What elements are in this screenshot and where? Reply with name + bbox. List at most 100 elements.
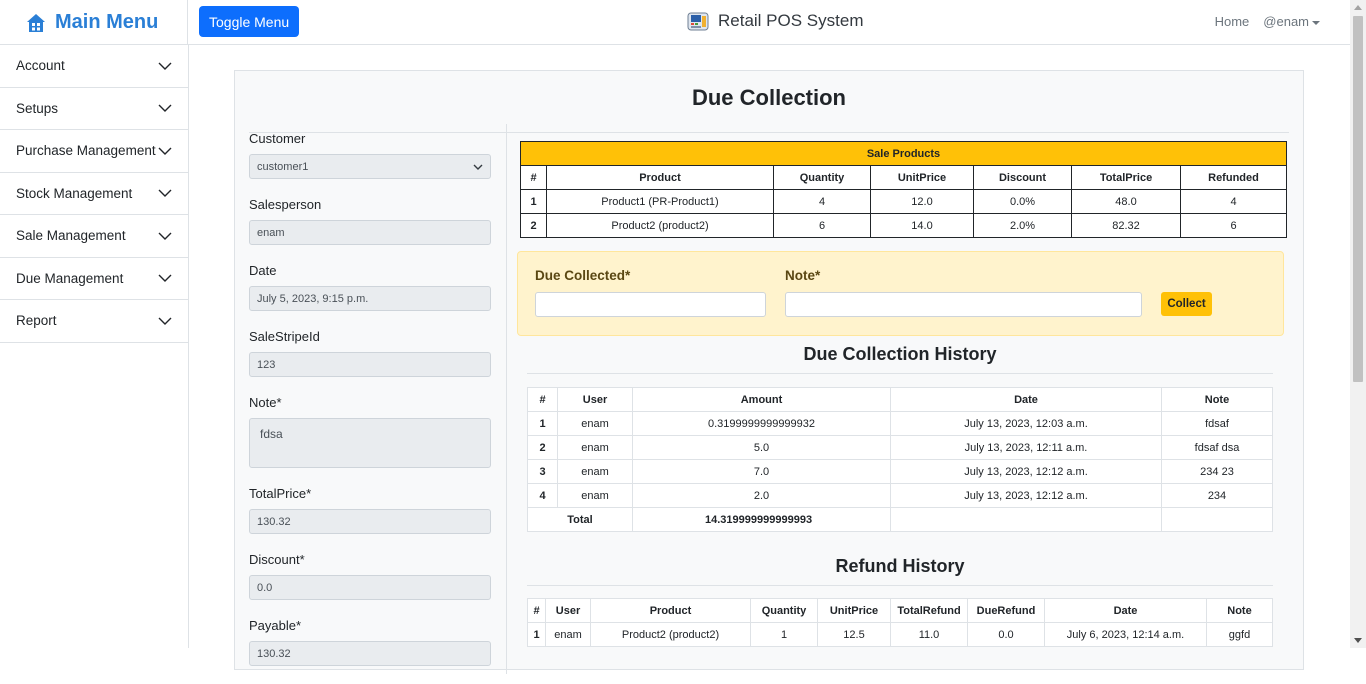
table-cell: 1 (750, 622, 818, 647)
due-collected-label: Due Collected* (535, 268, 631, 283)
total-price-label: TotalPrice* (249, 486, 312, 501)
total-price-field[interactable]: 130.32 (249, 509, 491, 534)
table-cell: 7.0 (632, 459, 891, 484)
chevron-down-icon (158, 189, 172, 198)
column-header: # (527, 387, 558, 412)
collect-button[interactable]: Collect (1161, 292, 1212, 316)
date-label: Date (249, 263, 277, 278)
table-cell: 234 (1161, 483, 1273, 508)
table-cell: fdsaf dsa (1161, 435, 1273, 460)
table-cell: 4 (527, 483, 558, 508)
table-cell: fdsaf (1161, 411, 1273, 436)
user-name: @enam (1263, 14, 1309, 29)
page-scrollbar[interactable] (1350, 0, 1366, 648)
column-header: Amount (632, 387, 891, 412)
customer-value: customer1 (257, 160, 309, 173)
caret-down-icon (1312, 20, 1320, 25)
table-caption: Sale Products (520, 141, 1287, 166)
refund-history-table: # User Product Quantity UnitPrice TotalR… (527, 598, 1273, 647)
column-header: UnitPrice (870, 165, 974, 190)
table-cell: 3 (527, 459, 558, 484)
table-cell: July 13, 2023, 12:12 a.m. (890, 459, 1162, 484)
scroll-thumb[interactable] (1353, 16, 1363, 382)
sidebar-item-report[interactable]: Report (0, 300, 188, 343)
column-header: # (527, 598, 546, 623)
chevron-down-icon (158, 274, 172, 283)
sidebar-brand[interactable]: Main Menu (0, 0, 188, 45)
sidebar-item-label: Sale Management (16, 228, 126, 244)
chevron-down-icon (158, 232, 172, 240)
column-header: User (557, 387, 633, 412)
sidebar-item-sale-management[interactable]: Sale Management (0, 215, 188, 258)
table-cell: Product2 (product2) (546, 213, 774, 238)
note-label: Note* (249, 395, 282, 410)
chevron-down-icon (158, 317, 172, 325)
toggle-menu-button[interactable]: Toggle Menu (199, 6, 300, 37)
sidebar-item-setups[interactable]: Setups (0, 88, 188, 130)
column-header: # (520, 165, 547, 190)
scroll-up-arrow-icon[interactable] (1354, 5, 1362, 10)
table-cell: 6 (1180, 213, 1287, 238)
table-row: 3 enam 7.0 July 13, 2023, 12:12 a.m. 234… (527, 459, 1273, 484)
due-collected-input[interactable] (535, 292, 766, 317)
table-cell: 48.0 (1071, 189, 1181, 214)
sidebar-item-stock-management[interactable]: Stock Management (0, 173, 188, 215)
table-cell: 12.0 (870, 189, 974, 214)
sidebar-item-due-management[interactable]: Due Management (0, 258, 188, 300)
table-cell: enam (557, 435, 633, 460)
note-textarea[interactable]: fdsa (249, 418, 491, 468)
sale-stripe-id-label: SaleStripeId (249, 329, 320, 344)
table-cell (890, 507, 1162, 532)
discount-label: Discount* (249, 552, 305, 567)
table-cell: 0.0 (967, 622, 1045, 647)
table-row: 1 enam 0.3199999999999932 July 13, 2023,… (527, 411, 1273, 436)
due-collection-card: Due Collection Customer customer1 Salesp… (234, 70, 1304, 674)
scroll-down-arrow-icon[interactable] (1354, 638, 1362, 643)
collect-note-label: Note* (785, 268, 821, 283)
page-title: Due Collection (249, 85, 1289, 133)
table-cell: 82.32 (1071, 213, 1181, 238)
column-header: Quantity (773, 165, 871, 190)
table-cell: 12.5 (817, 622, 891, 647)
refund-history-title: Refund History (527, 556, 1273, 586)
table-cell: 4 (773, 189, 871, 214)
table-cell: 0.0% (973, 189, 1072, 214)
discount-field[interactable]: 0.0 (249, 575, 491, 600)
customer-label: Customer (249, 131, 306, 146)
sidebar-item-purchase-management[interactable]: Purchase Management (0, 130, 188, 173)
chevron-down-icon (158, 62, 172, 70)
sidebar-item-label: Due Management (16, 270, 124, 286)
table-cell: Product2 (product2) (590, 622, 751, 647)
column-header: Note (1206, 598, 1273, 623)
payable-field[interactable]: 130.32 (249, 641, 491, 666)
salesperson-field[interactable]: enam (249, 220, 491, 245)
table-row: 1 Product1 (PR-Product1) 4 12.0 0.0% 48.… (520, 189, 1287, 214)
column-header: Date (1044, 598, 1207, 623)
table-cell: 14.0 (870, 213, 974, 238)
chevron-down-icon (473, 164, 483, 170)
table-cell: ggfd (1206, 622, 1273, 647)
table-row: 4 enam 2.0 July 13, 2023, 12:12 a.m. 234 (527, 483, 1273, 508)
chevron-down-icon (158, 147, 172, 155)
table-cell: July 6, 2023, 12:14 a.m. (1044, 622, 1207, 647)
sidebar-item-account[interactable]: Account (0, 45, 188, 88)
pos-register-icon (687, 12, 709, 31)
column-divider (506, 124, 507, 674)
salesperson-label: Salesperson (249, 197, 322, 212)
column-header: Product (546, 165, 774, 190)
top-nav-links: Home @enam (1215, 14, 1320, 29)
customer-select[interactable]: customer1 (249, 154, 491, 179)
app-title: Retail POS System (686, 10, 864, 32)
column-header: DueRefund (967, 598, 1045, 623)
table-cell: 5.0 (632, 435, 891, 460)
user-dropdown[interactable]: @enam (1263, 14, 1320, 29)
nav-home-link[interactable]: Home (1215, 14, 1250, 29)
table-cell: enam (557, 459, 633, 484)
column-header: User (545, 598, 591, 623)
sidebar-item-label: Stock Management (16, 185, 133, 201)
date-field[interactable]: July 5, 2023, 9:15 p.m. (249, 286, 491, 311)
sale-stripe-id-field[interactable]: 123 (249, 352, 491, 377)
collect-note-textarea[interactable] (785, 292, 1142, 317)
table-cell: July 13, 2023, 12:03 a.m. (890, 411, 1162, 436)
table-cell: 2.0 (632, 483, 891, 508)
